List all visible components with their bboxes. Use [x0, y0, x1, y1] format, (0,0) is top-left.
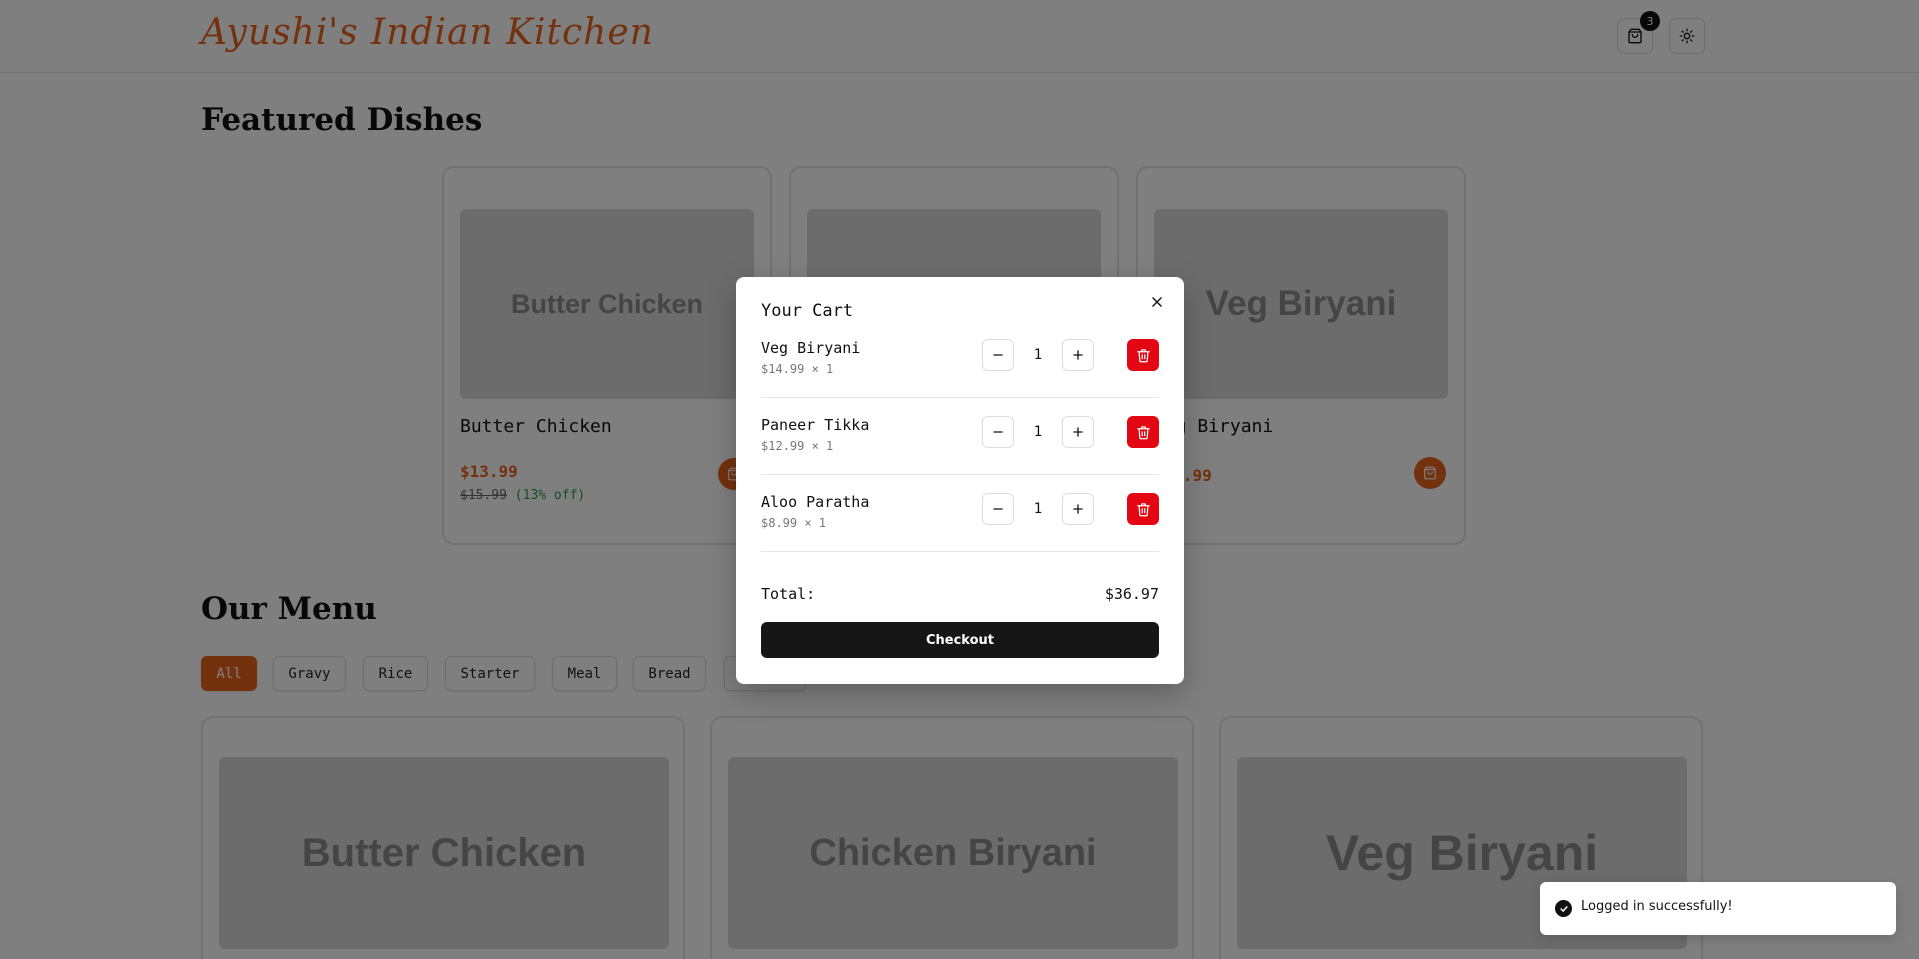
minus-icon — [993, 354, 1003, 356]
trash-icon — [1136, 348, 1150, 362]
divider — [761, 397, 1159, 398]
remove-item-button[interactable] — [1127, 493, 1159, 525]
plus-icon — [1073, 504, 1083, 514]
cart-item-price: $14.99 × 1 — [761, 362, 834, 376]
divider — [761, 551, 1159, 552]
trash-icon — [1136, 502, 1150, 516]
cart-modal: Your Cart Veg Biryani $14.99 × 1 1 Panee… — [736, 277, 1184, 684]
close-icon — [1152, 297, 1162, 307]
cart-item-name: Aloo Paratha — [761, 493, 870, 511]
cart-item-price: $12.99 × 1 — [761, 439, 834, 453]
minus-icon — [993, 508, 1003, 510]
total-label: Total: — [761, 585, 816, 603]
decrease-quantity-button[interactable] — [982, 493, 1014, 525]
decrease-quantity-button[interactable] — [982, 339, 1014, 371]
close-button[interactable] — [1148, 293, 1166, 311]
quantity-value: 1 — [1033, 501, 1043, 517]
success-toast: Logged in successfully! — [1540, 882, 1896, 935]
increase-quantity-button[interactable] — [1062, 339, 1094, 371]
toast-message: Logged in successfully! — [1581, 899, 1733, 914]
minus-icon — [993, 431, 1003, 433]
plus-icon — [1073, 427, 1083, 437]
trash-icon — [1136, 425, 1150, 439]
increase-quantity-button[interactable] — [1062, 493, 1094, 525]
quantity-value: 1 — [1033, 347, 1043, 363]
cart-item: Aloo Paratha $8.99 × 1 1 — [761, 493, 1159, 570]
cart-item-name: Veg Biryani — [761, 339, 861, 357]
decrease-quantity-button[interactable] — [982, 416, 1014, 448]
cart-item: Veg Biryani $14.99 × 1 1 — [761, 339, 1159, 416]
cart-item-name: Paneer Tikka — [761, 416, 870, 434]
remove-item-button[interactable] — [1127, 339, 1159, 371]
divider — [761, 474, 1159, 475]
total-value: $36.97 — [1104, 585, 1159, 603]
cart-title: Your Cart — [761, 301, 854, 321]
increase-quantity-button[interactable] — [1062, 416, 1094, 448]
plus-icon — [1073, 350, 1083, 360]
quantity-value: 1 — [1033, 424, 1043, 440]
remove-item-button[interactable] — [1127, 416, 1159, 448]
check-circle-icon — [1555, 900, 1572, 917]
checkout-button[interactable]: Checkout — [761, 622, 1159, 658]
cart-item-price: $8.99 × 1 — [761, 516, 827, 530]
cart-item: Paneer Tikka $12.99 × 1 1 — [761, 416, 1159, 493]
